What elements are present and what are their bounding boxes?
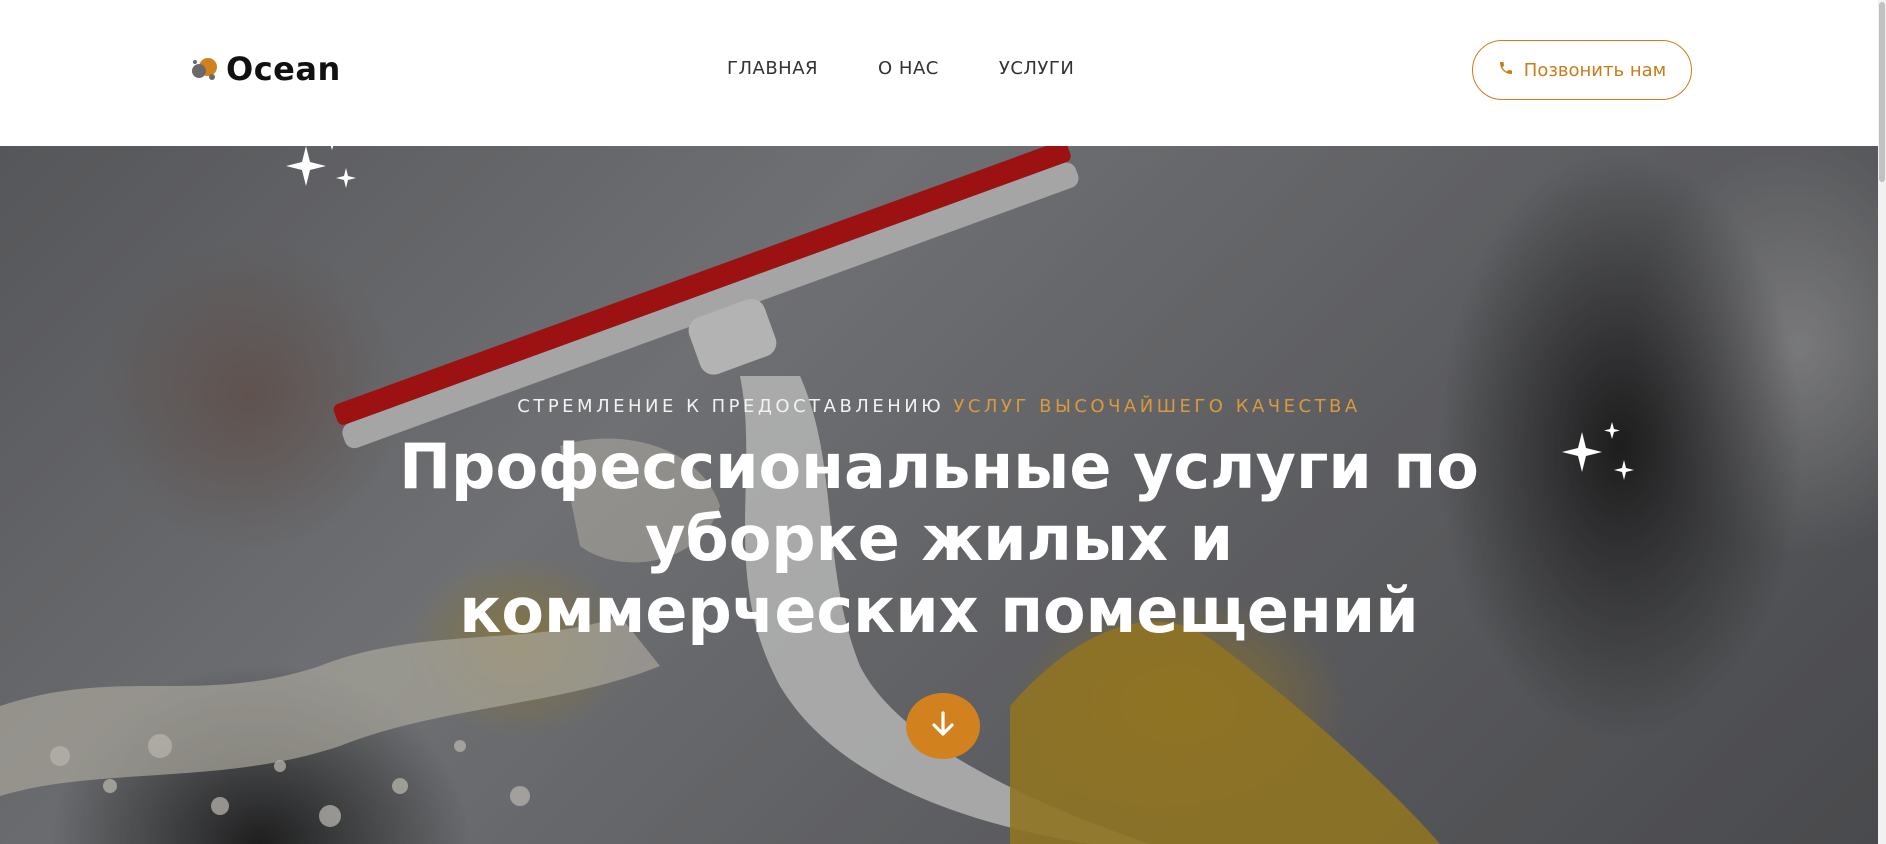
nav-link-home[interactable]: ГЛАВНАЯ: [727, 58, 818, 79]
phone-icon: [1498, 60, 1514, 81]
main-nav: ГЛАВНАЯ О НАС УСЛУГИ: [727, 58, 1074, 79]
logo[interactable]: Ocean: [190, 50, 341, 88]
call-us-button[interactable]: Позвонить нам: [1472, 40, 1692, 100]
arrow-down-icon: [928, 709, 958, 744]
hero-section: СТРЕМЛЕНИЕ К ПРЕДОСТАВЛЕНИЮ УСЛУГ ВЫСОЧА…: [0, 146, 1878, 844]
logo-icon: [190, 54, 220, 84]
call-us-label: Позвонить нам: [1523, 59, 1667, 81]
hero-subtitle-accent: УСЛУГ ВЫСОЧАЙШЕГО КАЧЕСТВА: [953, 396, 1361, 417]
sparkle-icon: [1560, 418, 1640, 493]
scrollbar-thumb[interactable]: [1879, 2, 1885, 182]
nav-link-services[interactable]: УСЛУГИ: [999, 58, 1074, 79]
scroll-down-button[interactable]: [906, 693, 980, 759]
hero-subtitle: СТРЕМЛЕНИЕ К ПРЕДОСТАВЛЕНИЮ УСЛУГ ВЫСОЧА…: [0, 396, 1878, 417]
sparkle-icon: [284, 146, 364, 207]
page-scrollbar[interactable]: [1878, 0, 1886, 844]
nav-link-about[interactable]: О НАС: [878, 58, 939, 79]
logo-text: Ocean: [226, 50, 341, 88]
hero-headline: Профессиональные услуги по уборке жилых …: [399, 430, 1479, 647]
hero-subtitle-part: СТРЕМЛЕНИЕ К ПРЕДОСТАВЛЕНИЮ: [517, 396, 954, 417]
site-header: Ocean ГЛАВНАЯ О НАС УСЛУГИ Позвонить нам: [0, 0, 1886, 146]
